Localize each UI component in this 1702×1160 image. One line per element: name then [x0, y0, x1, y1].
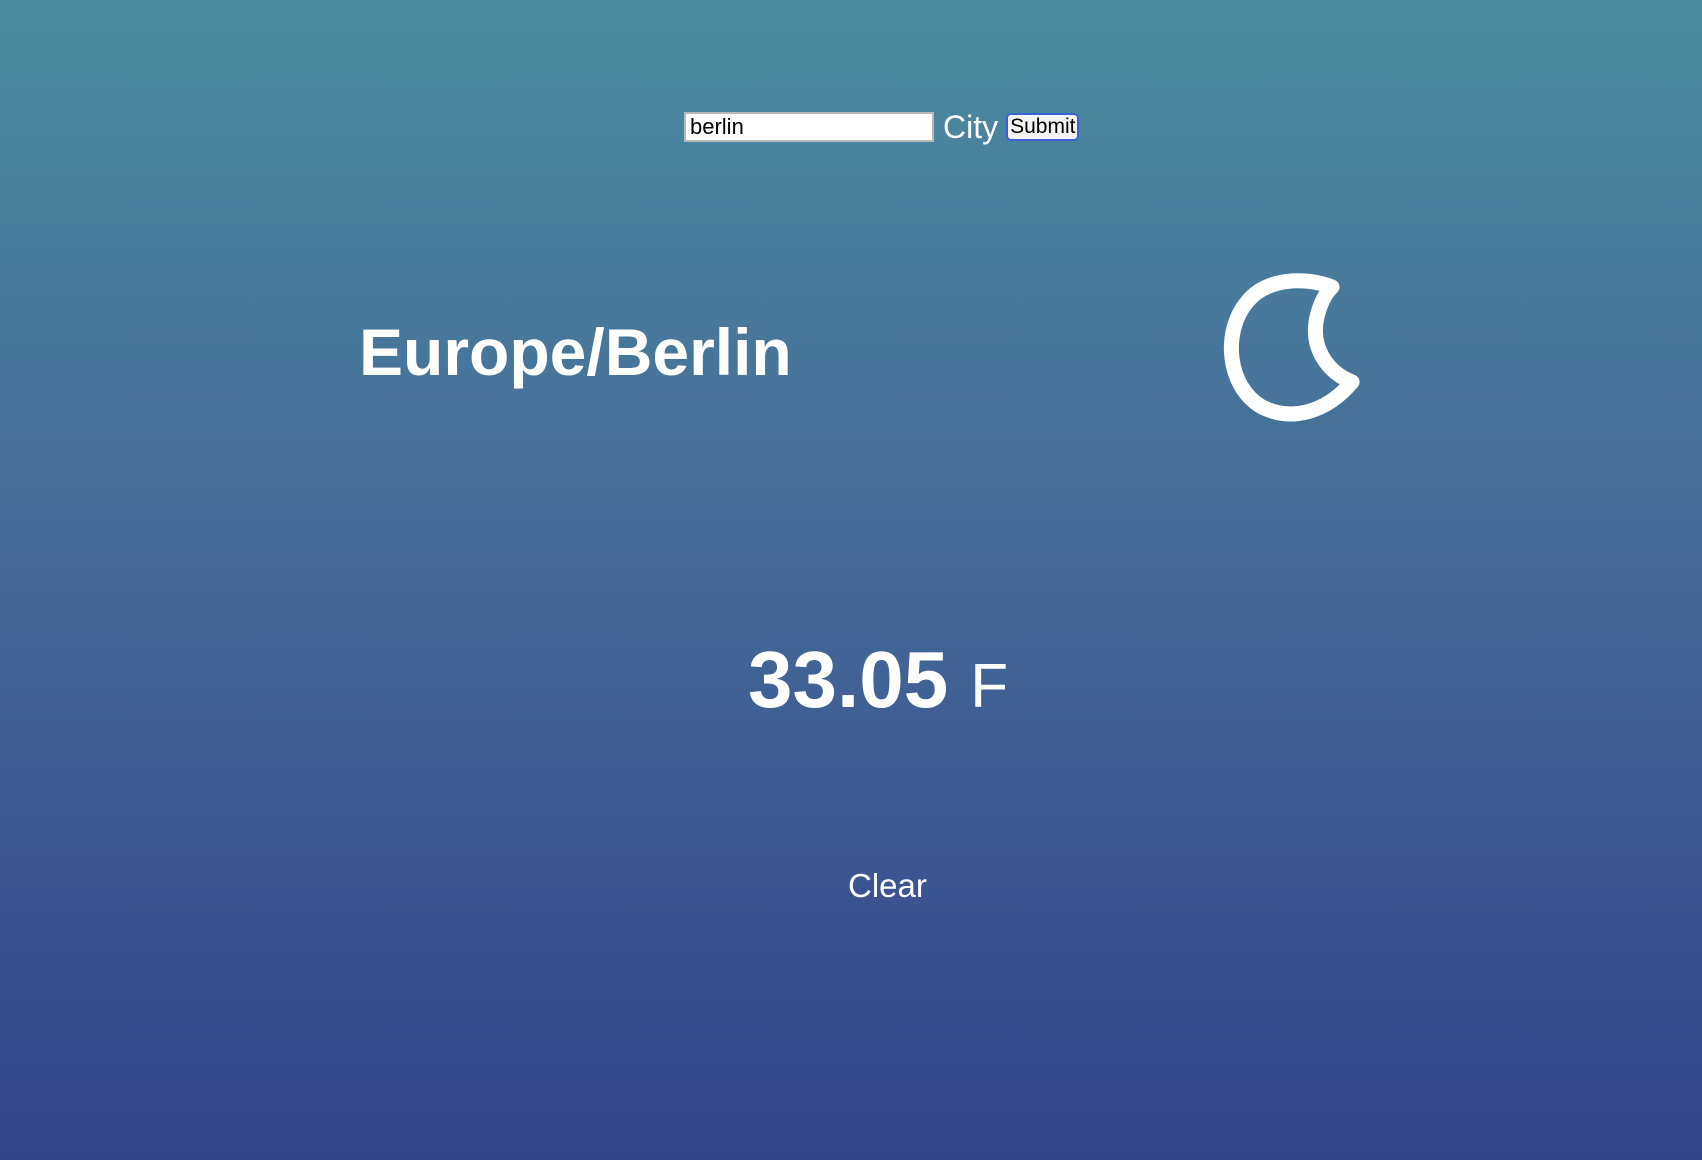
moon-icon	[1212, 272, 1362, 432]
temperature-display: 33.05 F	[748, 632, 1008, 735]
submit-button[interactable]: Submit	[1006, 113, 1080, 141]
timezone-title: Europe/Berlin	[359, 315, 792, 389]
city-input[interactable]	[684, 112, 934, 142]
clear-button[interactable]: Clear	[848, 866, 927, 906]
temperature-unit: F	[970, 652, 1009, 721]
city-label: City	[943, 109, 999, 145]
city-search-form: City Submit	[684, 109, 1080, 145]
temperature-value: 33.05	[748, 635, 949, 724]
